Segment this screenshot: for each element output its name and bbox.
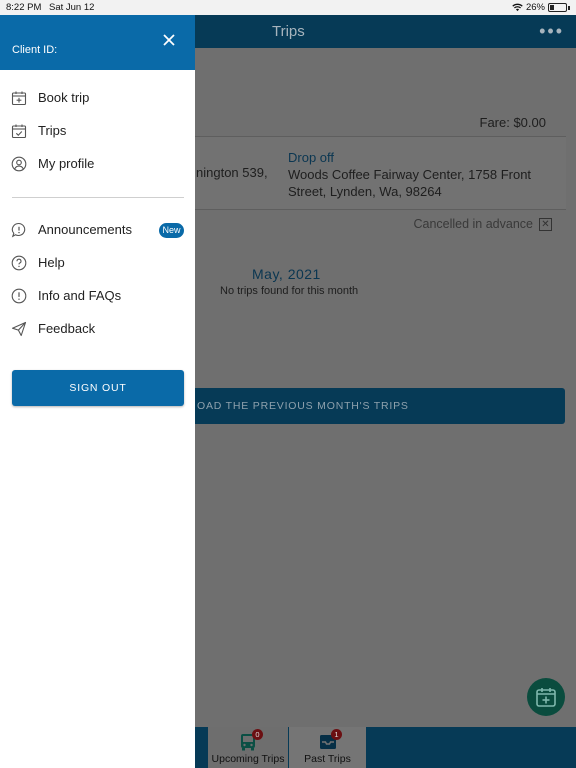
menu-item-label: Feedback xyxy=(38,321,96,336)
dropoff-label: Drop off xyxy=(288,150,335,165)
send-icon xyxy=(11,321,27,337)
sign-out-button[interactable]: SIGN OUT xyxy=(12,370,184,406)
month-title: May, 2021 xyxy=(252,266,321,282)
trip-status: Cancelled in advance ✕ xyxy=(413,217,552,231)
help-circle-icon xyxy=(11,255,27,271)
status-right: 26% xyxy=(512,2,570,13)
add-trip-fab[interactable] xyxy=(527,678,565,716)
pickup-address: nington 539, xyxy=(196,165,268,180)
tab-past-trips[interactable]: 1 Past Trips xyxy=(289,727,366,768)
load-button-label: OAD THE PREVIOUS MONTH'S TRIPS xyxy=(197,400,409,412)
calendar-plus-icon xyxy=(536,688,556,707)
menu-item-my-profile[interactable]: My profile xyxy=(0,149,195,179)
menu-divider xyxy=(12,197,184,198)
wifi-icon xyxy=(512,3,523,12)
status-time: 8:22 PM xyxy=(6,2,42,13)
menu-item-book-trip[interactable]: Book trip xyxy=(0,83,195,113)
menu-item-label: My profile xyxy=(38,156,95,171)
upcoming-count-badge: 0 xyxy=(252,729,263,740)
side-drawer: Client ID: Book trip Trips My profile An… xyxy=(0,15,195,768)
tab-label: Past Trips xyxy=(304,753,351,765)
empty-month-text: No trips found for this month xyxy=(220,285,359,297)
more-horizontal-icon[interactable]: ••• xyxy=(539,21,564,42)
battery-fill xyxy=(550,5,554,10)
past-count-badge: 1 xyxy=(331,729,342,740)
close-box-icon: ✕ xyxy=(539,217,552,231)
dropoff-address: Woods Coffee Fairway Center, 1758 Front … xyxy=(288,167,532,199)
calendar-check-icon xyxy=(11,124,27,139)
menu-item-feedback[interactable]: Feedback xyxy=(0,314,195,344)
menu-item-label: Book trip xyxy=(38,90,90,105)
load-previous-month-button[interactable]: OAD THE PREVIOUS MONTH'S TRIPS xyxy=(185,388,565,424)
new-badge: New xyxy=(159,223,184,238)
battery-icon xyxy=(548,3,567,12)
drawer-header: Client ID: xyxy=(0,15,195,70)
menu-item-help[interactable]: Help xyxy=(0,248,195,278)
status-bar: 8:22 PM Sat Jun 12 26% xyxy=(0,0,576,15)
menu-item-label: Announcements xyxy=(38,222,132,237)
menu-item-label: Help xyxy=(38,255,65,270)
sign-out-label: SIGN OUT xyxy=(69,382,127,394)
page-title: Trips xyxy=(272,23,305,40)
fare-text: Fare: $0.00 xyxy=(479,115,547,130)
status-date: Sat Jun 12 xyxy=(49,2,95,13)
menu-item-trips[interactable]: Trips xyxy=(0,116,195,146)
client-id-label: Client ID: xyxy=(12,44,58,56)
menu-item-label: Trips xyxy=(38,123,67,138)
close-icon[interactable] xyxy=(161,32,177,48)
menu-item-label: Info and FAQs xyxy=(38,288,122,303)
battery-cap xyxy=(568,5,570,10)
info-circle-icon xyxy=(11,288,27,304)
tab-upcoming-trips[interactable]: 0 Upcoming Trips xyxy=(208,727,288,768)
status-text: Cancelled in advance xyxy=(413,217,533,231)
user-circle-icon xyxy=(11,156,27,172)
tab-label: Upcoming Trips xyxy=(211,753,285,765)
speech-bubble-icon xyxy=(11,222,26,238)
battery-percent: 26% xyxy=(525,2,545,13)
calendar-plus-icon xyxy=(11,91,27,106)
menu-item-announcements[interactable]: Announcements New xyxy=(0,215,195,245)
menu-item-info-faqs[interactable]: Info and FAQs xyxy=(0,281,195,311)
